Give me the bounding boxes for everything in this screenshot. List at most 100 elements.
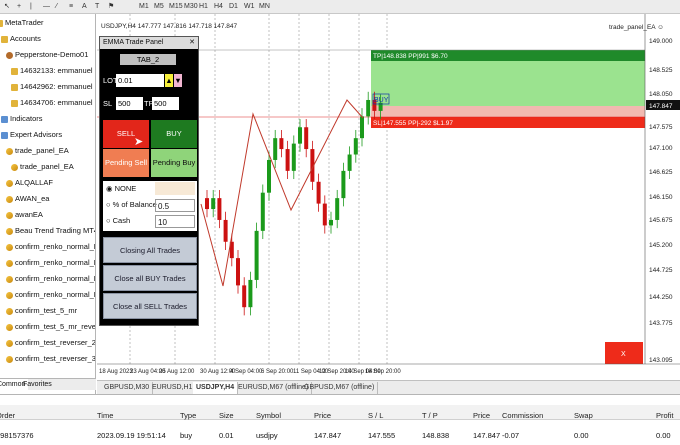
terminal-cell[interactable]: 0.00 bbox=[656, 431, 671, 440]
navigator-item[interactable]: ALQALLAF bbox=[6, 177, 53, 189]
navigator-tab-favorites[interactable]: Favorites bbox=[20, 379, 55, 391]
price-tick-label: 144.725 bbox=[649, 267, 673, 274]
toolbar-tool-3[interactable]: — bbox=[43, 1, 50, 12]
toolbar-tool-5[interactable]: ≡ bbox=[69, 1, 73, 12]
panel-title: EMMA Trade Panel bbox=[103, 39, 164, 46]
risk-cash-input[interactable]: 10 bbox=[155, 215, 195, 228]
terminal-cell[interactable]: 147.555 bbox=[368, 431, 395, 440]
timeframe-mn[interactable]: MN bbox=[259, 1, 270, 12]
terminal-cell[interactable]: 147.847 bbox=[473, 431, 500, 440]
terminal-cell[interactable]: -0.07 bbox=[502, 431, 519, 440]
close-all-trades-button[interactable]: Closing All Trades bbox=[103, 237, 197, 263]
terminal-cell[interactable]: 0.01 bbox=[219, 431, 234, 440]
panel-titlebar[interactable]: EMMA Trade Panel ✕ bbox=[100, 37, 198, 49]
navigator-item[interactable]: trade_panel_EA bbox=[11, 161, 74, 173]
close-all-buy-button[interactable]: Close all BUY Trades bbox=[103, 265, 197, 291]
navigator-item[interactable]: confirm_renko_normal_E bbox=[6, 273, 96, 285]
risk-option-none[interactable]: ◉ NONE bbox=[106, 184, 136, 193]
navigator-item-label: confirm_test_5_mr bbox=[15, 306, 78, 315]
ea-icon bbox=[6, 259, 13, 267]
navigator-item[interactable]: 14632133: emmanuel bbox=[11, 65, 93, 77]
chart-tab-4[interactable]: GBPUSD,M67 (offline) bbox=[301, 382, 379, 394]
navigator-item[interactable]: Indicators bbox=[1, 113, 43, 125]
price-tick-label: 146.625 bbox=[649, 169, 673, 176]
navigator-item-label: trade_panel_EA bbox=[20, 162, 74, 171]
close-box-label[interactable]: X bbox=[621, 351, 626, 358]
navigator-item[interactable]: confirm_renko_normal_E bbox=[6, 241, 95, 253]
toolbar-tool-2[interactable]: | bbox=[30, 1, 32, 12]
trade-panel[interactable]: EMMA Trade Panel ✕ TAB_2 LOT 0.01 ▲ ▼ SL… bbox=[99, 36, 199, 326]
toolbar-tool-0[interactable]: ↖ bbox=[4, 1, 10, 12]
account-icon bbox=[11, 83, 18, 91]
account-icon bbox=[11, 99, 18, 107]
navigator-item[interactable]: trade_panel_EA bbox=[6, 145, 69, 157]
chart-tab-0[interactable]: GBPUSD,M30 bbox=[101, 382, 154, 394]
toolbar-tool-6[interactable]: A bbox=[82, 1, 87, 12]
navigator-item[interactable]: confirm_renko_normal_E bbox=[6, 257, 95, 269]
navigator-item[interactable]: AWAN_ea bbox=[6, 193, 49, 205]
terminal-cell[interactable]: 2023.09.19 19:51:14 bbox=[97, 431, 166, 440]
toolbar-tool-7[interactable]: T bbox=[95, 1, 99, 12]
toolbar-tool-8[interactable]: ⚑ bbox=[108, 1, 114, 12]
lot-down-button[interactable]: ▼ bbox=[174, 74, 182, 87]
timeframe-h1[interactable]: H1 bbox=[199, 1, 208, 12]
close-all-sell-button[interactable]: Close all SELL Trades bbox=[103, 293, 197, 319]
panel-tab[interactable]: TAB_2 bbox=[120, 54, 176, 65]
zigzag-line bbox=[200, 99, 364, 287]
tp-input[interactable]: 500 bbox=[152, 97, 179, 110]
terminal-cell[interactable]: 498157376 bbox=[0, 431, 34, 440]
panel-close-icon[interactable]: ✕ bbox=[189, 37, 195, 49]
pending-sell-button[interactable]: Pending Sell bbox=[103, 149, 149, 177]
terminal-cell[interactable]: 147.847 bbox=[314, 431, 341, 440]
terminal-cell[interactable]: usdjpy bbox=[256, 431, 278, 440]
navigator-item[interactable]: confirm_test_5_mr bbox=[6, 305, 77, 317]
chart-tab-1[interactable]: EURUSD,H1 bbox=[149, 382, 197, 394]
risk-option-cash[interactable]: ○ Cash bbox=[106, 216, 130, 225]
navigator-item-label: confirm_test_reverser_2 bbox=[15, 338, 96, 347]
candle-body bbox=[279, 138, 284, 150]
navigator-item-label: confirm_renko_normal_E bbox=[15, 274, 96, 283]
navigator-item[interactable]: MetaTrader bbox=[0, 17, 44, 29]
toolbar-tool-4[interactable]: ⁄ bbox=[56, 1, 57, 12]
navigator-item[interactable]: 14634706: emmanuel bbox=[11, 97, 93, 109]
terminal-cell[interactable]: 0.00 bbox=[574, 431, 589, 440]
toolbar-tool-1[interactable]: + bbox=[17, 1, 21, 12]
terminal-header: T / P bbox=[422, 411, 438, 420]
navigator-item[interactable]: confirm_renko_normal_E bbox=[6, 289, 95, 301]
navigator-item-label: 14632133: emmanuel bbox=[20, 66, 93, 75]
navigator-item[interactable]: confirm_test_reverser_3 bbox=[6, 353, 95, 365]
timeframe-m15[interactable]: M15 bbox=[169, 1, 183, 12]
buy-button[interactable]: BUY bbox=[151, 120, 197, 148]
navigator-item[interactable]: confirm_test_reverser_2 bbox=[6, 337, 96, 349]
navigator-item[interactable]: confirm_test_5_mr_reverse bbox=[6, 321, 95, 333]
timeframe-m5[interactable]: M5 bbox=[154, 1, 164, 12]
terminal-cell[interactable]: 148.838 bbox=[422, 431, 449, 440]
navigator-item[interactable]: Expert Advisors bbox=[1, 129, 62, 141]
sl-input[interactable]: 500 bbox=[116, 97, 143, 110]
candle-body bbox=[322, 203, 327, 226]
timeframe-h4[interactable]: H4 bbox=[214, 1, 223, 12]
terminal-header: Type bbox=[180, 411, 197, 420]
navigator-item[interactable]: 14642962: emmanuel bbox=[11, 81, 93, 93]
ea-icon bbox=[6, 211, 13, 219]
lot-up-button[interactable]: ▲ bbox=[165, 74, 173, 87]
timeframe-m1[interactable]: M1 bbox=[139, 1, 149, 12]
timeframe-m30[interactable]: M30 bbox=[184, 1, 198, 12]
navigator-item-label: 14634706: emmanuel bbox=[20, 98, 93, 107]
chart-tab-2[interactable]: USDJPY,H4 bbox=[193, 382, 239, 394]
ea-label: trade_panel_EA ☺ bbox=[609, 24, 664, 31]
timeframe-w1[interactable]: W1 bbox=[244, 1, 255, 12]
navigator-tabs: CommonFavorites bbox=[0, 378, 96, 391]
risk-balance-input[interactable]: 0.5 bbox=[155, 199, 195, 212]
pending-buy-button[interactable]: Pending Buy bbox=[151, 149, 197, 177]
candle-body bbox=[285, 149, 290, 171]
terminal-cell[interactable]: buy bbox=[180, 431, 192, 440]
risk-option-balance[interactable]: ○ % of Balance bbox=[106, 200, 157, 209]
navigator-item[interactable]: Pepperstone-Demo01 bbox=[6, 49, 88, 61]
navigator-item[interactable]: Beau Trend Trading MT4 E bbox=[6, 225, 95, 237]
navigator-item[interactable]: awanEA bbox=[6, 209, 43, 221]
lot-input[interactable]: 0.01 bbox=[116, 74, 164, 87]
timeframe-d1[interactable]: D1 bbox=[229, 1, 238, 12]
ea-icon bbox=[6, 227, 13, 235]
navigator-item[interactable]: Accounts bbox=[1, 33, 41, 45]
